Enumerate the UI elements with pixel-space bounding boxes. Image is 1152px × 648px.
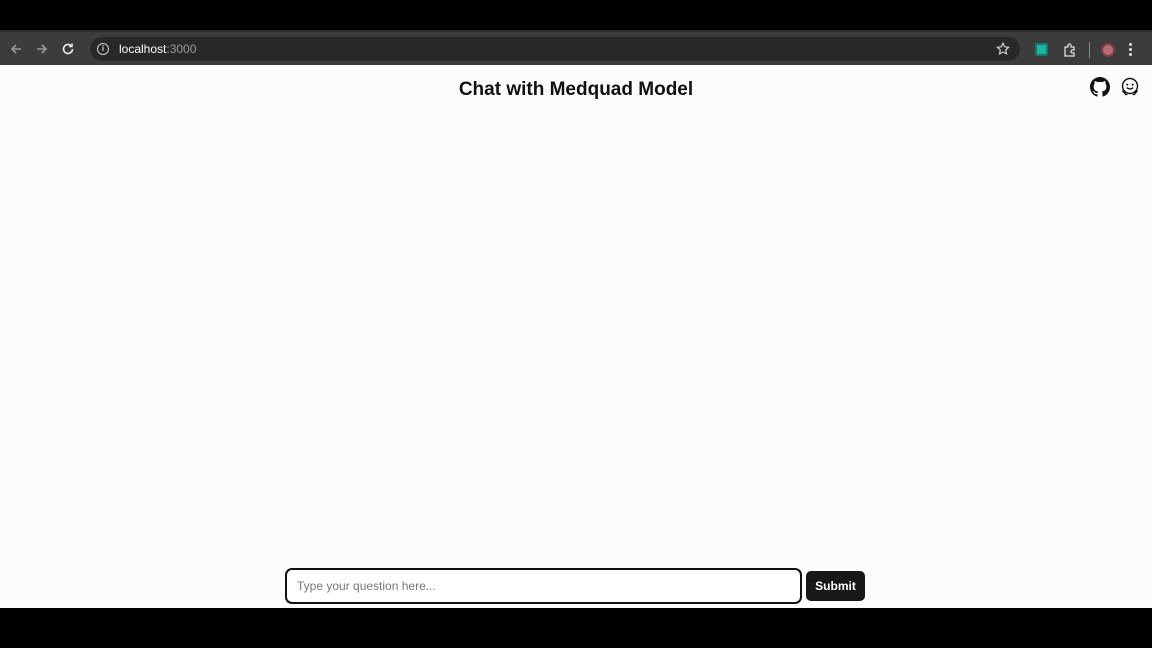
header-links: [1090, 77, 1140, 97]
page-viewport: Chat with Medquad Model Submit: [0, 65, 1152, 608]
url-port: :3000: [166, 42, 197, 56]
back-arrow-icon: [10, 43, 21, 54]
browser-menu-icon[interactable]: [1129, 43, 1132, 56]
extensions-puzzle-icon[interactable]: [1063, 42, 1077, 57]
question-input[interactable]: [285, 568, 802, 604]
profile-avatar-icon[interactable]: [1101, 42, 1115, 57]
reload-icon: [62, 43, 74, 54]
address-bar[interactable]: i localhost:3000: [90, 37, 1020, 61]
huggingface-icon[interactable]: [1120, 77, 1140, 97]
screen-top-border: [0, 0, 1152, 30]
back-button[interactable]: [6, 39, 26, 59]
screen-bottom-border: [0, 608, 1152, 648]
reload-button[interactable]: [58, 39, 78, 59]
toolbar-actions: [1030, 32, 1132, 67]
github-icon[interactable]: [1090, 77, 1110, 97]
forward-button[interactable]: [32, 39, 52, 59]
url-text: localhost:3000: [119, 42, 196, 56]
browser-toolbar: i localhost:3000: [0, 30, 1152, 65]
submit-button[interactable]: Submit: [806, 571, 865, 601]
url-host: localhost: [119, 42, 167, 56]
bookmark-star-icon[interactable]: [995, 41, 1011, 57]
site-info-icon[interactable]: i: [97, 43, 109, 55]
forward-arrow-icon: [37, 43, 48, 54]
chat-form: Submit: [285, 568, 865, 604]
toolbar-divider: [1089, 41, 1090, 58]
extension-icon[interactable]: [1035, 43, 1048, 56]
page-title: Chat with Medquad Model: [458, 79, 694, 100]
